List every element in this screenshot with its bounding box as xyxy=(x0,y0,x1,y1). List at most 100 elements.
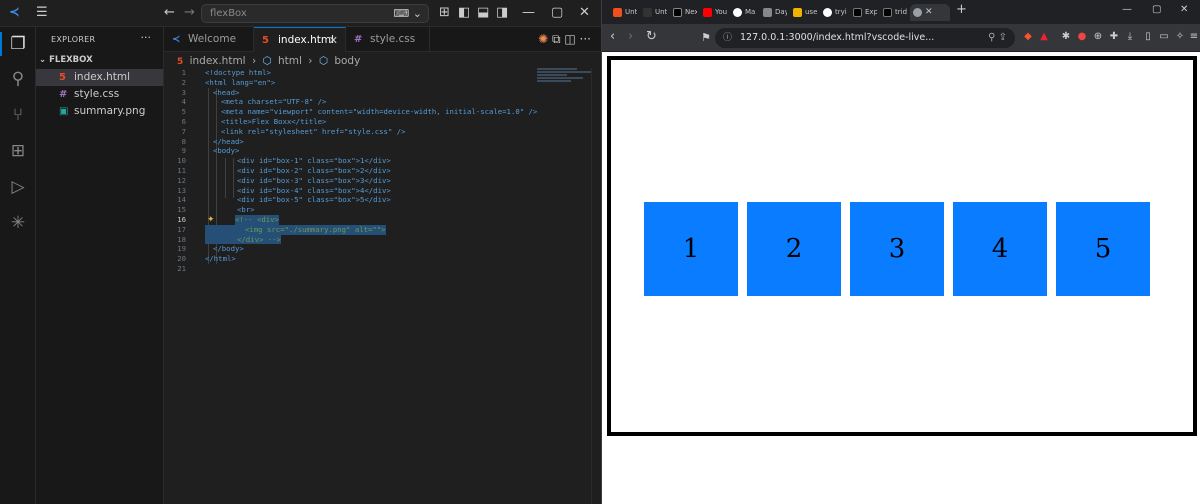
extension-icon[interactable]: ✱ xyxy=(1060,31,1072,43)
indent-guide xyxy=(225,158,226,198)
zoom-share-icons[interactable]: ⚲ ⇪ xyxy=(988,28,1007,48)
search-icon[interactable]: ⚲ xyxy=(6,67,30,91)
breadcrumb-html[interactable]: html xyxy=(278,55,302,67)
indent-guide xyxy=(233,158,234,198)
wallet-icon[interactable]: ▭ xyxy=(1158,31,1170,43)
toggle-panel-icon[interactable]: ⬓ xyxy=(477,6,489,20)
new-tab-icon[interactable]: + xyxy=(956,2,967,17)
line-number: 3 xyxy=(181,87,186,97)
bookmark-icon[interactable]: ⚑ xyxy=(701,31,711,45)
code-line: <head> xyxy=(213,87,240,97)
browser-tab[interactable]: use xyxy=(790,4,817,21)
code-line: <br> xyxy=(237,205,255,215)
brave-rewards-icon[interactable]: ▲ xyxy=(1038,31,1050,43)
file-style-css[interactable]: # style.css xyxy=(36,86,163,103)
breadcrumb-body[interactable]: body xyxy=(334,55,360,67)
minimap[interactable] xyxy=(537,68,591,88)
line-number: 4 xyxy=(181,97,186,107)
chevron-right-icon: › xyxy=(251,55,257,67)
forward-arrow-icon[interactable]: → xyxy=(184,6,195,20)
extensions-puzzle-icon[interactable]: ✚ xyxy=(1108,31,1120,43)
minimap-line xyxy=(537,74,567,76)
explorer-icon[interactable]: ❐ xyxy=(6,32,30,56)
close-tab-icon[interactable]: ✕ xyxy=(925,7,933,17)
source-control-icon[interactable]: ⑂ xyxy=(6,103,30,127)
sidebar-toggle-icon[interactable]: ▯ xyxy=(1142,31,1154,43)
browser-tab[interactable]: You xyxy=(700,4,727,21)
line-number: 11 xyxy=(177,166,186,175)
html-file-icon: 5 xyxy=(177,57,184,67)
browser-tab[interactable]: Day xyxy=(760,4,787,21)
browser-tab[interactable]: Ma xyxy=(730,4,757,21)
element-icon: ⬡ xyxy=(262,55,272,67)
breadcrumb: 5 index.html › ⬡ html › ⬡ body xyxy=(177,54,363,68)
maximize-icon[interactable]: ▢ xyxy=(551,6,563,20)
address-bar[interactable]: ⓘ 127.0.0.1:3000/index.html?vscode-live.… xyxy=(715,28,1015,48)
close-window-icon[interactable]: ✕ xyxy=(579,6,590,20)
breadcrumb-file[interactable]: index.html xyxy=(190,55,246,67)
line-number: 9 xyxy=(181,146,186,156)
copilot-sparkle-icon[interactable]: ✺ xyxy=(538,32,548,46)
close-tab-icon[interactable]: ✕ xyxy=(329,28,338,53)
toggle-secondary-sidebar-icon[interactable]: ◨ xyxy=(496,6,508,20)
toggle-sidebar-icon[interactable]: ◧ xyxy=(458,6,470,20)
reload-icon[interactable]: ↻ xyxy=(646,30,657,44)
browser-tab-label: tryi xyxy=(835,8,847,16)
tab-index-html[interactable]: 5 index.html ✕ xyxy=(254,27,346,52)
browser-tab[interactable]: tryi xyxy=(820,4,847,21)
line-number: 5 xyxy=(181,107,186,117)
browser-tab[interactable]: Nex xyxy=(670,4,697,21)
line-number: 10 xyxy=(177,156,186,166)
line-number: 20 xyxy=(177,254,186,264)
site-info-icon[interactable]: ⓘ xyxy=(723,28,732,48)
forward-icon[interactable]: › xyxy=(628,30,633,44)
browser-tab[interactable]: trid xyxy=(880,4,907,21)
site-favicon-icon xyxy=(793,8,802,17)
tab-welcome[interactable]: ≺ Welcome xyxy=(164,27,254,52)
command-center-search[interactable]: flexBox ⌨ ⌄ xyxy=(201,4,429,23)
more-actions-icon[interactable]: ··· xyxy=(141,31,152,44)
back-icon[interactable]: ‹ xyxy=(610,30,615,44)
box-2: 2 xyxy=(747,202,841,296)
copilot-sparkle-icon[interactable]: ✳ xyxy=(6,211,30,235)
more-actions-icon[interactable]: ··· xyxy=(580,32,591,46)
css-file-icon: # xyxy=(59,89,68,100)
copilot-sparkle-icon[interactable]: ✦ xyxy=(207,215,215,225)
flex-container: 1 2 3 4 5 xyxy=(607,56,1197,436)
menu-icon[interactable]: ≡ xyxy=(1188,31,1200,43)
minimize-icon[interactable]: — xyxy=(522,6,535,20)
minimize-icon[interactable]: — xyxy=(1122,4,1132,15)
layout-icon[interactable]: ⊞ xyxy=(439,6,450,20)
tab-style-css[interactable]: # style.css xyxy=(346,27,430,52)
folder-header[interactable]: ⌄ FLEXBOX xyxy=(39,55,93,65)
brave-shield-icon[interactable]: ◆ xyxy=(1022,31,1034,43)
browser-tab[interactable]: Unt xyxy=(610,4,637,21)
extension-icon[interactable]: ● xyxy=(1076,31,1088,43)
code-line: <meta name="viewport" content="width=dev… xyxy=(221,107,538,117)
split-editor-icon[interactable]: ◫ xyxy=(564,32,575,46)
file-index-html[interactable]: 5 index.html xyxy=(36,69,163,86)
extensions-icon[interactable]: ⊞ xyxy=(6,139,30,163)
element-icon: ⬡ xyxy=(318,55,328,67)
play-favicon-icon xyxy=(643,8,652,17)
code-editor[interactable]: 1 2 3 4 5 6 7 8 9 10 11 12 13 14 15 16 1… xyxy=(164,68,601,504)
file-summary-png[interactable]: ▣ summary.png xyxy=(36,103,163,120)
browser-tab-active[interactable]: ✕ xyxy=(910,4,950,21)
browser-tab[interactable]: Unt xyxy=(640,4,667,21)
code-line: <div id="box-4" class="box">4</div> xyxy=(237,185,391,195)
extension-icon[interactable]: ⊕ xyxy=(1092,31,1104,43)
back-arrow-icon[interactable]: ← xyxy=(164,6,175,20)
maximize-icon[interactable]: ▢ xyxy=(1152,4,1161,15)
open-preview-icon[interactable]: ⧉ xyxy=(552,32,561,46)
download-icon[interactable]: ⤓ xyxy=(1124,31,1136,43)
close-window-icon[interactable]: ✕ xyxy=(1180,4,1188,15)
copilot-icon[interactable]: ⌨ ⌄ xyxy=(393,7,422,20)
menu-icon[interactable]: ☰ xyxy=(36,6,48,20)
ai-icon[interactable]: ✧ xyxy=(1174,31,1186,43)
browser-tab[interactable]: Exp xyxy=(850,4,877,21)
scrollbar[interactable] xyxy=(591,68,601,504)
browser-tab-label: Unt xyxy=(625,8,637,16)
run-debug-icon[interactable]: ▷ xyxy=(6,175,30,199)
browser-tab-label: trid xyxy=(895,8,907,16)
chevron-right-icon: › xyxy=(308,55,313,67)
